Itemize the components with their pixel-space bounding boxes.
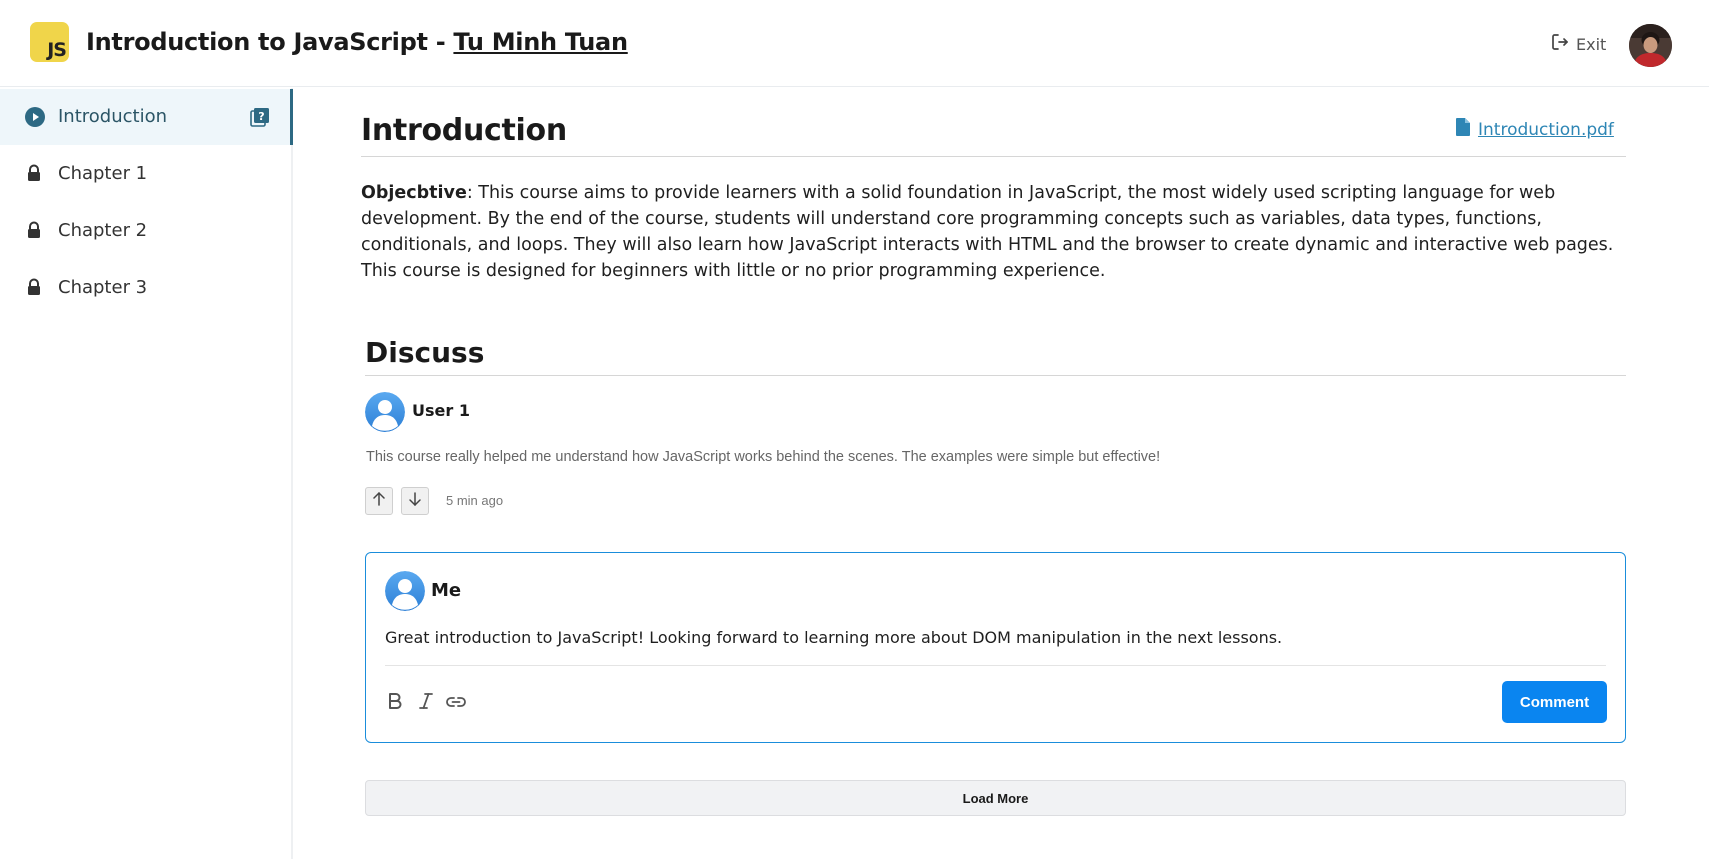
italic-button[interactable]	[415, 692, 437, 714]
comment-author: User 1	[412, 401, 470, 420]
logo-text: JS	[47, 39, 67, 61]
editor-author: Me	[431, 580, 462, 601]
sidebar-item-label: Chapter 3	[58, 277, 148, 298]
course-objective: Objecbtive: This course aims to provide …	[361, 180, 1651, 284]
comment-input[interactable]: Great introduction to JavaScript! Lookin…	[385, 628, 1282, 647]
discuss-divider	[365, 375, 1626, 376]
sidebar-item-chapter-2[interactable]: Chapter 2	[0, 203, 293, 259]
chapter-sidebar: Introduction ? Chapter 1 Chapter 2 Chapt…	[0, 88, 293, 859]
italic-icon	[418, 692, 434, 714]
lock-icon	[25, 278, 45, 298]
discuss-heading: Discuss	[365, 336, 485, 369]
upvote-button[interactable]	[365, 487, 393, 515]
bold-button[interactable]	[384, 692, 406, 714]
sidebar-item-chapter-3[interactable]: Chapter 3	[0, 260, 293, 316]
author-link[interactable]: Tu Minh Tuan	[453, 28, 628, 56]
comment-submit-button[interactable]: Comment	[1502, 681, 1607, 723]
arrow-up-icon	[371, 491, 387, 511]
file-icon	[1456, 118, 1470, 141]
attachment-label: Introduction.pdf	[1478, 119, 1614, 140]
editor-divider	[385, 665, 1606, 666]
app-header: JS Introduction to JavaScript - Tu Minh …	[0, 0, 1709, 87]
course-title: Introduction to JavaScript - Tu Minh Tua…	[86, 28, 628, 56]
avatar	[385, 571, 425, 611]
objective-label: Objecbtive	[361, 183, 467, 203]
exit-icon	[1550, 32, 1570, 56]
quiz-icon[interactable]: ?	[250, 107, 270, 127]
objective-text: : This course aims to provide learners w…	[361, 183, 1614, 281]
bold-icon	[387, 692, 403, 714]
profile-avatar[interactable]	[1629, 24, 1672, 67]
sidebar-item-chapter-1[interactable]: Chapter 1	[0, 146, 293, 202]
avatar	[365, 392, 405, 432]
js-logo: JS	[30, 22, 69, 62]
sidebar-item-label: Chapter 1	[58, 163, 148, 184]
title-divider	[361, 156, 1626, 157]
lock-icon	[25, 221, 45, 241]
load-more-button[interactable]: Load More	[365, 780, 1626, 816]
downvote-button[interactable]	[401, 487, 429, 515]
play-circle-icon	[25, 107, 45, 127]
course-title-prefix: Introduction to JavaScript -	[86, 28, 454, 56]
sidebar-item-introduction[interactable]: Introduction ?	[0, 89, 293, 145]
comment-editor[interactable]	[365, 552, 1626, 743]
link-icon	[446, 694, 466, 713]
arrow-down-icon	[407, 491, 423, 511]
page-title: Introduction	[361, 113, 567, 148]
comment-text: This course really helped me understand …	[366, 449, 1161, 465]
link-button[interactable]	[445, 692, 467, 714]
comment-timestamp: 5 min ago	[446, 493, 504, 508]
lock-icon	[25, 164, 45, 184]
exit-label: Exit	[1576, 34, 1607, 54]
attachment-link[interactable]: Introduction.pdf	[1456, 118, 1614, 141]
sidebar-item-label: Chapter 2	[58, 220, 148, 241]
exit-button[interactable]: Exit	[1550, 33, 1606, 55]
sidebar-item-label: Introduction	[58, 106, 168, 127]
svg-text:?: ?	[258, 110, 264, 123]
